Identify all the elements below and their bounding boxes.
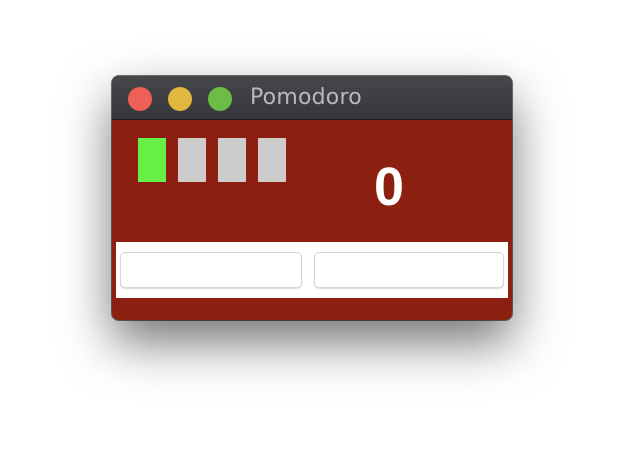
close-button[interactable] — [128, 87, 152, 111]
tomato-indicators — [138, 138, 286, 182]
pomodoro-counter: 0 — [374, 157, 405, 217]
button-bar — [116, 242, 508, 298]
tomato-indicator-1 — [138, 138, 166, 182]
tomato-indicator-4 — [258, 138, 286, 182]
right-action-button[interactable] — [314, 252, 504, 288]
tomato-indicator-2 — [178, 138, 206, 182]
minimize-button[interactable] — [168, 87, 192, 111]
left-action-button[interactable] — [120, 252, 302, 288]
window-title: Pomodoro — [250, 85, 362, 110]
tomato-indicator-3 — [218, 138, 246, 182]
pomodoro-window: Pomodoro 0 — [112, 76, 512, 320]
zoom-button[interactable] — [208, 87, 232, 111]
main-panel: 0 — [112, 120, 512, 320]
title-bar[interactable]: Pomodoro — [112, 76, 512, 120]
